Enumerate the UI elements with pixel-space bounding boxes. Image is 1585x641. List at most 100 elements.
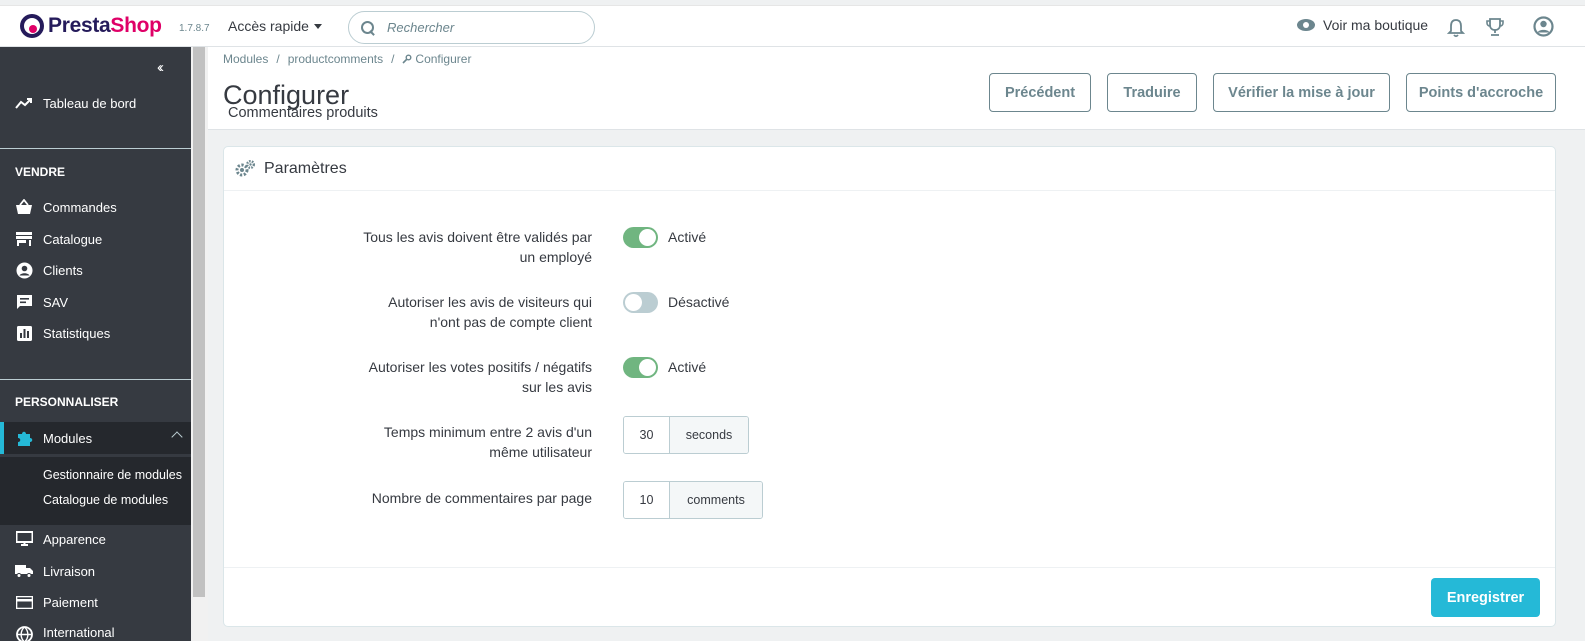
wrench-icon (402, 54, 412, 64)
monitor-icon (15, 530, 33, 548)
sidebar-scrollbar[interactable] (191, 47, 208, 641)
puzzle-icon (15, 429, 33, 447)
seconds-addon: seconds (670, 417, 748, 453)
sidebar-item-design[interactable]: Apparence (0, 524, 191, 554)
toggle-knob (639, 359, 656, 376)
sidebar-item-label: Modules (43, 430, 93, 446)
account-circle-icon (15, 261, 33, 279)
sidebar-item-label: Clients (43, 262, 83, 278)
comments-addon: comments (670, 482, 762, 518)
collapse-sidebar-icon[interactable]: ‹‹ (157, 59, 164, 76)
save-button[interactable]: Enregistrer (1431, 578, 1540, 617)
bell-icon[interactable] (1447, 18, 1465, 38)
minimum-time-input-group: seconds (623, 416, 749, 454)
sidebar-item-customer-service[interactable]: SAV (0, 287, 191, 317)
quick-access-dropdown[interactable]: Accès rapide (228, 18, 322, 34)
trending-up-icon (15, 94, 33, 112)
panel-footer: Enregistrer (224, 567, 1555, 627)
sidebar-item-label: Apparence (43, 531, 106, 547)
breadcrumb-productcomments[interactable]: productcomments (288, 52, 383, 66)
setting-label: Autoriser les votes positifs / négatifs … (368, 359, 592, 395)
sidebar-item-catalog[interactable]: Catalogue (0, 224, 191, 254)
sidebar-item-customers[interactable]: Clients (0, 255, 191, 285)
breadcrumb-configure: Configurer (402, 52, 471, 66)
basket-icon (15, 198, 33, 216)
sidebar-item-label: Catalogue (43, 231, 103, 247)
page-subtitle: Commentaires produits (228, 105, 378, 121)
sidebar-item-dashboard[interactable]: Tableau de bord (0, 88, 191, 118)
breadcrumb-modules[interactable]: Modules (223, 52, 268, 66)
prestashop-logo[interactable]: PrestaShop (20, 14, 162, 38)
sidebar-item-stats[interactable]: Statistiques (0, 318, 191, 348)
sidebar-item-label: Statistiques (43, 325, 111, 341)
trophy-icon[interactable] (1485, 17, 1505, 37)
panel-header: Paramètres (224, 147, 1555, 191)
comments-per-page-input[interactable] (624, 482, 670, 518)
check-update-button[interactable]: Vérifier la mise à jour (1213, 73, 1390, 112)
toggle-state-label: Activé (668, 229, 707, 245)
globe-icon (15, 625, 33, 641)
minimum-time-input[interactable] (624, 417, 670, 453)
search-box[interactable] (348, 11, 595, 44)
sidebar-item-label: SAV (43, 294, 69, 310)
gears-icon (235, 159, 255, 176)
quick-access-label: Accès rapide (228, 18, 309, 34)
sidebar-item-label: Paiement (43, 594, 98, 610)
back-button[interactable]: Précédent (989, 73, 1091, 112)
moderation-toggle[interactable] (623, 227, 658, 248)
store-icon (15, 230, 33, 248)
setting-label: Temps minimum entre 2 avis d'un même uti… (383, 424, 592, 460)
caret-down-icon (313, 23, 322, 29)
sidebar-item-label: Commandes (43, 199, 117, 215)
puffin-logo-icon (20, 14, 44, 38)
sidebar-item-shipping[interactable]: Livraison (0, 556, 191, 586)
panel-title: Paramètres (264, 159, 347, 177)
sidebar-subitem-module-manager[interactable]: Gestionnaire de modules (43, 468, 182, 482)
breadcrumb-configure-label: Configurer (415, 52, 472, 66)
sidebar-item-payment[interactable]: Paiement (0, 587, 191, 617)
view-shop-label: Voir ma boutique (1323, 17, 1429, 33)
sidebar-item-label: Livraison (43, 563, 96, 579)
divider (0, 148, 191, 149)
eye-icon (1297, 19, 1315, 31)
truck-icon (15, 562, 33, 580)
toggle-knob (639, 229, 656, 246)
toggle-state-label: Désactivé (668, 294, 730, 310)
setting-label: Nombre de commentaires par page (371, 490, 592, 506)
toggle-state-label: Activé (668, 359, 707, 375)
toggle-knob (625, 294, 642, 311)
scrollbar-thumb[interactable] (193, 47, 205, 597)
search-icon[interactable] (361, 20, 375, 35)
sidebar-item-modules[interactable]: Modules (0, 422, 191, 454)
guest-reviews-toggle[interactable] (623, 292, 658, 313)
sidebar-item-international[interactable]: International (0, 619, 191, 641)
page-header: Modules / productcomments / Configurer C… (208, 47, 1585, 130)
section-sell-heading: VENDRE (15, 165, 66, 179)
comments-per-page-input-group: comments (623, 481, 763, 519)
settings-panel: Paramètres Tous les avis doivent être va… (223, 146, 1556, 627)
breadcrumb-separator: / (391, 52, 395, 66)
sidebar-item-orders[interactable]: Commandes (0, 192, 191, 222)
setting-label: Tous les avis doivent être validés par u… (363, 229, 592, 265)
top-header: PrestaShop 1.7.8.7 Accès rapide Voir ma … (0, 5, 1585, 47)
breadcrumb-separator: / (276, 52, 280, 66)
hooks-button[interactable]: Points d'accroche (1406, 73, 1556, 112)
section-customize-heading: PERSONNALISER (15, 395, 119, 409)
search-input[interactable] (387, 20, 577, 35)
sidebar-item-label: Tableau de bord (43, 95, 137, 111)
view-shop-link[interactable]: Voir ma boutique (1297, 17, 1428, 33)
sidebar-item-label: International (43, 625, 115, 640)
sidebar-subitem-module-catalog[interactable]: Catalogue de modules (43, 493, 168, 507)
bar-chart-icon (15, 324, 33, 342)
chevron-up-icon (171, 431, 183, 443)
breadcrumb: Modules / productcomments / Configurer (223, 52, 471, 66)
translate-button[interactable]: Traduire (1107, 73, 1197, 112)
brand-name: PrestaShop (48, 14, 162, 37)
version-label: 1.7.8.7 (179, 23, 210, 34)
divider (0, 379, 191, 380)
usefulness-votes-toggle[interactable] (623, 357, 658, 378)
sidebar-nav: ‹‹ Tableau de bord VENDRE Commandes Cata… (0, 47, 191, 641)
setting-label: Autoriser les avis de visiteurs qui n'on… (388, 294, 592, 330)
user-account-icon[interactable] (1533, 16, 1554, 37)
chat-icon (15, 293, 33, 311)
